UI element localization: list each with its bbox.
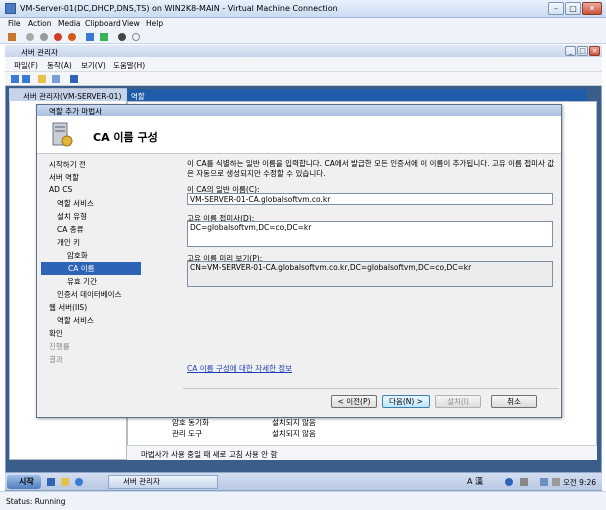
menu-action[interactable]: Action xyxy=(28,19,52,28)
nav-step[interactable]: 암호화 xyxy=(67,250,88,261)
nav-step[interactable]: 역할 서비스 xyxy=(57,198,94,209)
nav-step[interactable]: 설치 유형 xyxy=(57,211,87,222)
menu-view[interactable]: View xyxy=(122,19,140,28)
nav-step[interactable]: 서버 역할 xyxy=(49,172,79,183)
wizard-titlebar: 역할 추가 마법사 xyxy=(37,105,561,116)
tray-help-icon[interactable] xyxy=(505,478,513,486)
sm-menu-view[interactable]: 보기(V) xyxy=(81,60,106,71)
shutdown-icon[interactable] xyxy=(54,33,62,41)
dn-preview-field: CN=VM-SERVER-01-CA.globalsoftvm.co.kr,DC… xyxy=(187,261,553,287)
nav-step[interactable]: 유효 기간 xyxy=(67,276,97,287)
add-roles-wizard: 역할 추가 마법사 CA 이름 구성 시작하기 전 서버 역할 AD CS 역할… xyxy=(36,104,562,418)
quicklaunch-explorer-icon[interactable] xyxy=(47,478,55,486)
menu-media[interactable]: Media xyxy=(58,19,81,28)
common-name-input[interactable]: VM-SERVER-01-CA.globalsoftvm.co.kr xyxy=(187,193,553,205)
help-icon[interactable] xyxy=(70,75,78,83)
nav-step[interactable]: 웹 서버(IIS) xyxy=(49,302,87,313)
nav-step[interactable]: CA 종류 xyxy=(57,224,84,235)
nav-step[interactable]: AD CS xyxy=(49,185,72,194)
revert-icon[interactable] xyxy=(132,33,140,41)
vm-toolbar xyxy=(0,30,606,44)
nav-step[interactable]: 역할 서비스 xyxy=(57,315,94,326)
input-language-indicator[interactable]: A 漢 xyxy=(467,476,483,487)
wizard-heading: CA 이름 구성 xyxy=(93,131,158,144)
refresh-status-text: 마법사가 사용 중일 때 새로 고침 사용 안 함 xyxy=(141,450,278,459)
sm-menu-help[interactable]: 도움말(H) xyxy=(113,60,145,71)
certificate-server-icon xyxy=(52,122,73,147)
start-button[interactable]: 시작 xyxy=(7,475,41,489)
menu-clipboard[interactable]: Clipboard xyxy=(85,19,121,28)
sm-minimize-button[interactable]: _ xyxy=(565,46,576,56)
cancel-button[interactable]: 취소 xyxy=(491,395,537,408)
nav-step[interactable]: 개인 키 xyxy=(57,237,80,248)
start-icon[interactable] xyxy=(26,33,34,41)
server-manager-menubar: 파일(F) 동작(A) 보기(V) 도움말(H) xyxy=(5,57,602,72)
nav-step[interactable]: 인증서 데이터베이스 xyxy=(57,289,121,300)
server-manager-statusbar: 마법사가 사용 중일 때 새로 고침 사용 안 함 xyxy=(127,445,597,460)
reset-icon[interactable] xyxy=(100,33,108,41)
server-manager-titlebar: 서버 관리자 _ □ × xyxy=(5,45,602,57)
tray-settings-icon[interactable] xyxy=(520,478,528,486)
save-state-icon[interactable] xyxy=(68,33,76,41)
close-button[interactable]: ✕ xyxy=(582,2,602,15)
vm-statusbar: Status: Running xyxy=(0,491,606,510)
turn-off-icon[interactable] xyxy=(40,33,48,41)
snapshot-icon[interactable] xyxy=(118,33,126,41)
role-services-list: 암호 동기화 설치되지 않음 관리 도구 설치되지 않음 xyxy=(172,417,372,443)
minimize-button[interactable]: – xyxy=(548,2,564,15)
pause-icon[interactable] xyxy=(86,33,94,41)
vm-status-text: Status: Running xyxy=(6,497,66,506)
ctrl-alt-del-icon[interactable] xyxy=(8,33,16,41)
role-service-name: 관리 도구 xyxy=(172,429,202,438)
role-service-name: 암호 동기화 xyxy=(172,418,209,427)
quicklaunch-folder-icon[interactable] xyxy=(61,478,69,486)
tree-root-label: 서버 관리자(VM-SERVER-01) xyxy=(23,92,122,101)
sm-close-button[interactable]: × xyxy=(589,46,600,56)
sm-maximize-button[interactable]: □ xyxy=(577,46,588,56)
tray-network-icon[interactable] xyxy=(540,478,548,486)
tray-clock[interactable]: 오전 9:26 xyxy=(563,477,596,488)
suffix-input[interactable]: DC=globalsoftvm,DC=co,DC=kr xyxy=(187,221,553,247)
quicklaunch-ie-icon[interactable] xyxy=(75,478,83,486)
back-icon[interactable] xyxy=(11,75,19,83)
vm-app-icon xyxy=(5,3,16,14)
button-separator xyxy=(183,388,559,389)
tray-volume-icon[interactable] xyxy=(552,478,560,486)
nav-step-disabled: 진행률 xyxy=(49,342,70,351)
taskbar-item-server-manager[interactable]: 서버 관리자 xyxy=(108,475,218,489)
install-button: 설치(I) xyxy=(435,395,481,408)
roles-header: 역할 xyxy=(127,89,587,101)
wizard-steps-nav: 시작하기 전 서버 역할 AD CS 역할 서비스 설치 유형 CA 종류 개인… xyxy=(37,155,183,417)
server-manager-toolbar xyxy=(5,72,602,86)
nav-step[interactable]: 시작하기 전 xyxy=(49,159,86,170)
next-button[interactable]: 다음(N) > xyxy=(382,395,430,408)
nav-step-selected[interactable]: CA 이름 xyxy=(41,262,141,275)
previous-button[interactable]: < 이전(P) xyxy=(331,395,377,408)
description-text: 이 CA를 식별하는 일반 이름을 입력합니다. CA에서 발급한 모든 인증서… xyxy=(187,159,555,178)
sm-menu-action[interactable]: 동작(A) xyxy=(47,60,72,71)
role-service-status: 설치되지 않음 xyxy=(272,429,316,438)
maximize-button[interactable]: □ xyxy=(565,2,581,15)
tree-root-item[interactable]: 서버 관리자(VM-SERVER-01) xyxy=(9,89,127,101)
role-service-status: 설치되지 않음 xyxy=(272,418,316,427)
menu-help[interactable]: Help xyxy=(146,19,163,28)
vm-menubar: File Action Media Clipboard View Help xyxy=(0,18,606,30)
show-tree-icon[interactable] xyxy=(52,75,60,83)
up-folder-icon[interactable] xyxy=(38,75,46,83)
forward-icon[interactable] xyxy=(22,75,30,83)
wizard-content: 이 CA를 식별하는 일반 이름을 입력합니다. CA에서 발급한 모든 인증서… xyxy=(183,155,561,417)
nav-step[interactable]: 확인 xyxy=(49,328,63,339)
wizard-header: CA 이름 구성 xyxy=(37,116,561,154)
vm-window-title: VM-Server-01(DC,DHCP,DNS,TS) on WIN2K8-M… xyxy=(20,4,338,13)
taskbar: 시작 서버 관리자 A 漢 오전 9:26 xyxy=(5,472,602,490)
taskbar-item-label: 서버 관리자 xyxy=(123,477,160,486)
start-label: 시작 xyxy=(19,477,34,486)
sm-menu-file[interactable]: 파일(F) xyxy=(14,60,38,71)
more-info-link[interactable]: CA 이름 구성에 대한 자세한 정보 xyxy=(187,363,292,374)
vm-titlebar: VM-Server-01(DC,DHCP,DNS,TS) on WIN2K8-M… xyxy=(0,0,606,18)
nav-step-disabled: 결과 xyxy=(49,355,63,364)
menu-file[interactable]: File xyxy=(8,19,21,28)
